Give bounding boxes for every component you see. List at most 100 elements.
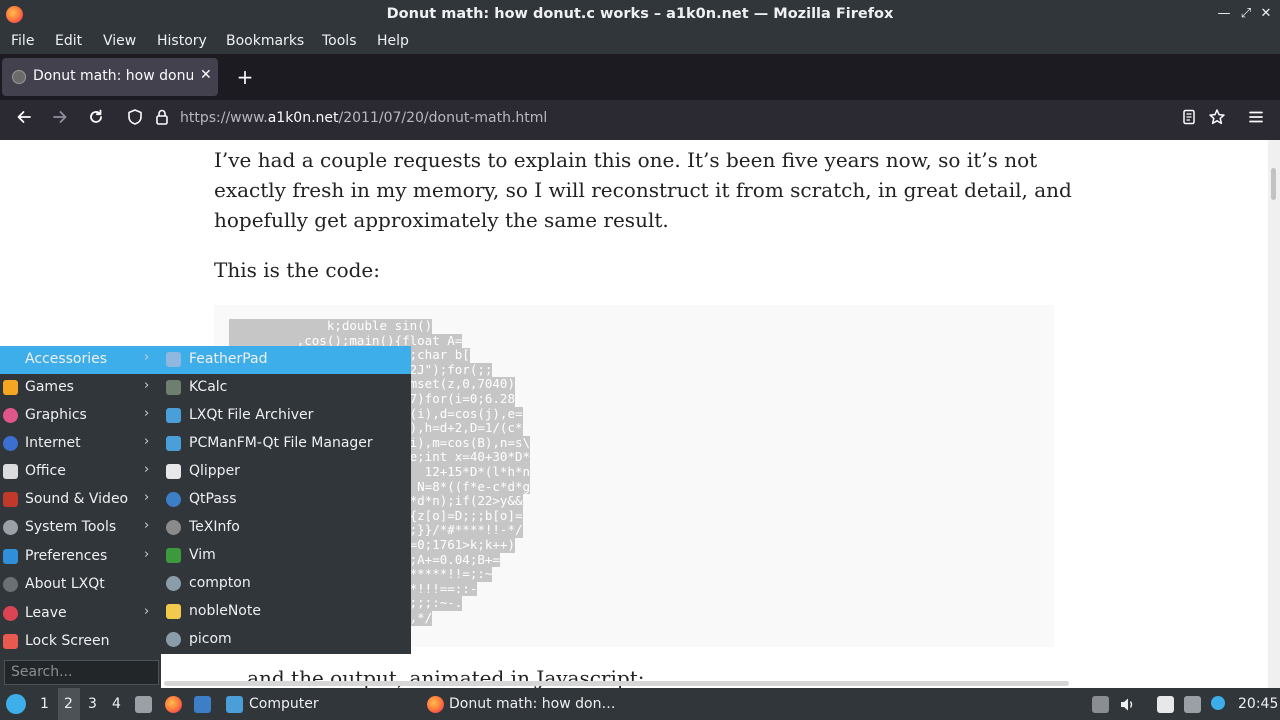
taskbar: 1 2 3 4 Computer Donut math: how don… 20… [0,688,1280,720]
navigation-toolbar: https://www.a1k0n.net/2011/07/20/donut-m… [0,100,1280,140]
noblenote-icon [166,604,181,619]
chevron-right-icon: › [144,350,150,365]
menu-item-about-lxqt[interactable]: About LXQt [0,571,161,599]
app-picom[interactable]: picom [161,626,411,654]
menu-item-lock-screen[interactable]: Lock Screen [0,628,161,656]
bookmark-star-icon[interactable] [1205,108,1229,132]
menu-category-preferences[interactable]: Preferences › [0,543,161,571]
app-texinfo[interactable]: TeXInfo [161,514,411,542]
minimize-button[interactable]: — [1215,4,1233,24]
menu-category-sound-video[interactable]: Sound & Video › [0,486,161,514]
tab-close-icon[interactable]: ✕ [200,67,212,83]
menu-bookmarks[interactable]: Bookmarks [226,33,304,49]
app-pcmanfm-qt[interactable]: PCManFM-Qt File Manager [161,430,411,458]
desktop-4-button[interactable]: 4 [112,696,121,712]
menu-tools[interactable]: Tools [322,33,357,49]
file-archiver-icon [166,408,181,423]
hamburger-menu-icon[interactable] [1244,108,1268,132]
app-label: KCalc [189,379,228,395]
menu-file[interactable]: File [11,33,34,49]
lock-icon[interactable] [150,108,174,132]
accessories-icon [3,352,18,367]
category-label: Graphics [25,407,87,423]
app-kcalc[interactable]: KCalc [161,374,411,402]
menu-category-accessories[interactable]: Accessories › [0,346,161,374]
menu-category-office[interactable]: Office › [0,458,161,486]
app-label: Vim [189,547,216,563]
vertical-scrollbar[interactable] [1268,140,1280,688]
chevron-right-icon: › [144,406,150,421]
paragraph-line: hopefully get approximately the same res… [214,208,669,232]
new-tab-button[interactable]: + [234,64,256,90]
about-icon [3,577,18,592]
desktop-3-button[interactable]: 3 [88,696,97,712]
url-bar[interactable]: https://www.a1k0n.net/2011/07/20/donut-m… [180,110,547,126]
app-compton[interactable]: compton [161,570,411,598]
app-qlipper[interactable]: Qlipper [161,458,411,486]
clock[interactable]: 20:45 [1238,696,1278,712]
qlipper-icon [166,464,181,479]
menu-view[interactable]: View [103,33,136,49]
taskbar-computer-window[interactable]: Computer [249,696,319,712]
tab-donut-math[interactable]: Donut math: how donut.c works – a1k0n.ne… [2,58,218,96]
firefox-launcher-icon[interactable] [165,696,182,713]
category-label: Office [25,463,66,479]
app-vim[interactable]: Vim [161,542,411,570]
tab-label: Donut math: how donut.c works – a1k0n.ne… [33,68,193,84]
desktop-1-button[interactable]: 1 [40,696,49,712]
volume-icon[interactable] [1119,696,1136,713]
category-label: Internet [25,435,81,451]
app-lxqt-file-archiver[interactable]: LXQt File Archiver [161,402,411,430]
menu-help[interactable]: Help [377,33,409,49]
clipboard-icon[interactable] [1157,696,1174,713]
scrollbar-thumb[interactable] [1271,168,1276,200]
menu-category-system-tools[interactable]: System Tools › [0,514,161,542]
close-button[interactable]: ✕ [1257,4,1275,24]
search-placeholder: Search... [11,664,73,680]
start-menu-icon[interactable] [6,694,26,714]
app-label: picom [189,631,232,647]
paragraph-line: exactly fresh in my memory, so I will re… [214,178,1072,202]
code-line: k;double sin() [229,318,433,334]
app-featherpad[interactable]: FeatherPad [161,346,411,374]
display-icon[interactable] [1184,696,1201,713]
forward-icon[interactable] [48,108,72,132]
back-icon[interactable] [12,108,36,132]
category-label: Sound & Video [25,491,129,507]
chevron-right-icon: › [144,518,150,533]
kcalc-icon [166,380,181,395]
menu-edit[interactable]: Edit [55,33,82,49]
accessories-submenu: FeatherPad KCalc LXQt File Archiver PCMa… [161,346,411,654]
chevron-right-icon: › [144,604,150,619]
file-manager-launcher-icon[interactable] [194,696,211,713]
restore-button[interactable]: ⤢ [1237,4,1255,24]
app-qtpass[interactable]: QtPass [161,486,411,514]
menu-category-graphics[interactable]: Graphics › [0,402,161,430]
category-label: System Tools [25,519,117,535]
reader-view-icon[interactable] [1177,108,1201,132]
url-path: /2011/07/20/donut-math.html [338,110,548,126]
desktop-2-button[interactable]: 2 [64,696,73,712]
window-titlebar[interactable]: Donut math: how donut.c works – a1k0n.ne… [0,0,1280,29]
show-desktop-icon[interactable] [135,696,152,713]
app-label: LXQt File Archiver [189,407,314,423]
menu-search-input[interactable]: Search... [4,660,159,685]
taskbar-firefox-window[interactable]: Donut math: how don… [420,688,620,720]
menu-category-games[interactable]: Games › [0,374,161,402]
shield-icon[interactable] [123,108,147,132]
horizontal-scrollbar[interactable] [164,681,1069,686]
menu-category-internet[interactable]: Internet › [0,430,161,458]
compton-icon [166,576,181,591]
update-notifier-icon[interactable] [1211,696,1225,710]
tray-arrow-icon[interactable] [1092,696,1109,713]
app-label: compton [189,575,251,591]
reload-icon[interactable] [84,108,108,132]
site-favicon [12,70,26,84]
office-icon [3,464,18,479]
paragraph-line: I’ve had a couple requests to explain th… [214,148,1038,172]
menu-history[interactable]: History [157,33,207,49]
menu-category-leave[interactable]: Leave › [0,600,161,628]
qtpass-icon [166,492,181,507]
app-noblenote[interactable]: nobleNote [161,598,411,626]
vim-icon [166,548,181,563]
